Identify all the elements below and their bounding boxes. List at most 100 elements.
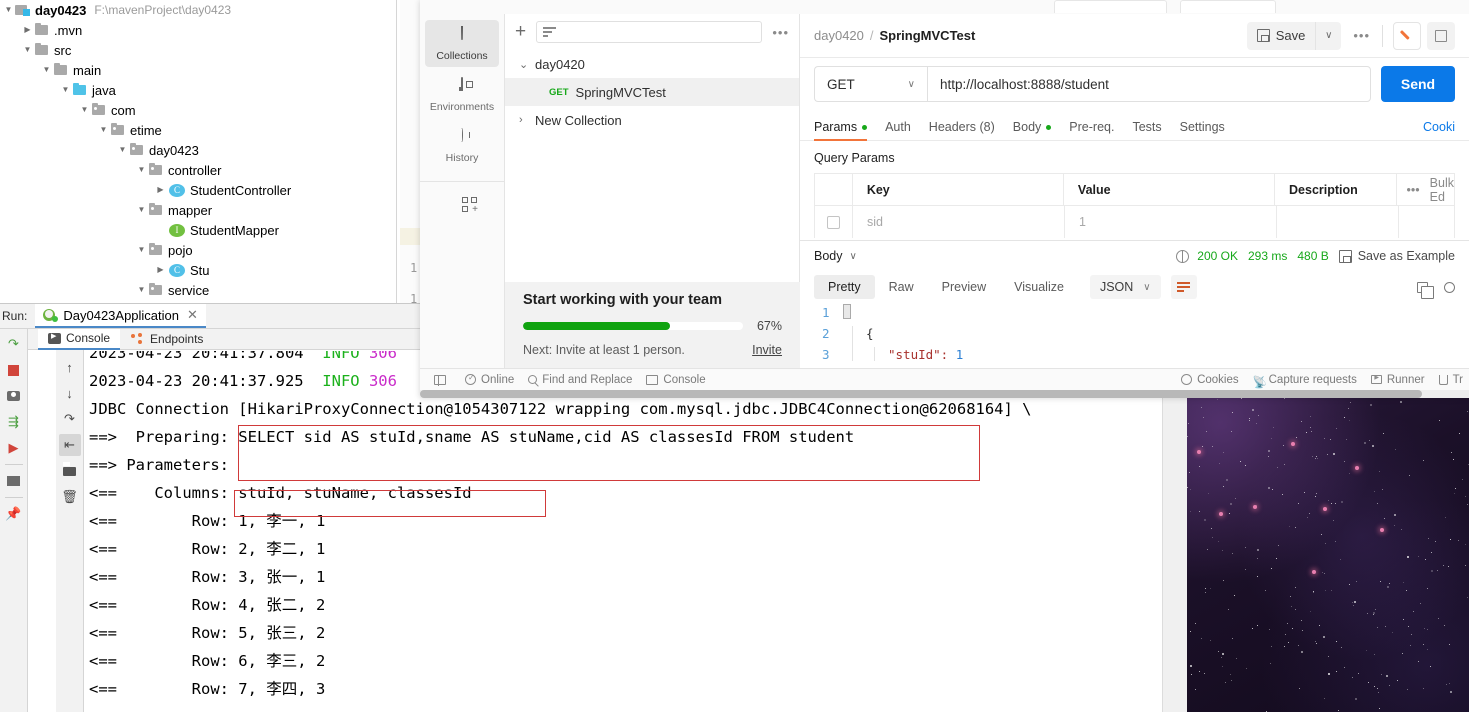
- tree-node-service[interactable]: service: [0, 280, 400, 300]
- send-button[interactable]: Send: [1381, 66, 1455, 102]
- tree-node-pojo[interactable]: pojo: [0, 240, 400, 260]
- chevron-down-icon[interactable]: [21, 40, 34, 60]
- status-console[interactable]: Console: [646, 374, 706, 386]
- tab-body[interactable]: Body: [1013, 120, 1052, 140]
- row-key[interactable]: sid: [853, 206, 1065, 238]
- tab-headers[interactable]: Headers (8): [929, 120, 995, 140]
- row-description[interactable]: [1277, 206, 1399, 238]
- breadcrumb-folder[interactable]: day0420: [814, 28, 864, 43]
- chevron-down-icon[interactable]: [135, 280, 148, 300]
- chevron-down-icon[interactable]: [97, 120, 110, 140]
- rail-item-environments[interactable]: Environments: [425, 71, 499, 118]
- comment-pencil-button[interactable]: [1393, 21, 1421, 50]
- status-sidebar-toggle[interactable]: [434, 374, 451, 386]
- request-row-springmvctest[interactable]: GET SpringMVCTest: [505, 78, 799, 106]
- response-body-code[interactable]: 1[2{3"stuId": 1: [800, 303, 1469, 361]
- status-cookies[interactable]: Cookies: [1181, 374, 1239, 386]
- tab-raw[interactable]: Raw: [875, 275, 928, 299]
- url-input[interactable]: http://localhost:8888/student: [927, 66, 1371, 102]
- save-as-example-button[interactable]: Save as Example: [1338, 249, 1455, 263]
- chevron-right-icon[interactable]: [154, 180, 167, 200]
- tree-node-day0423[interactable]: day0423 F:\mavenProject\day0423: [0, 0, 400, 20]
- tree-node-main[interactable]: main: [0, 60, 400, 80]
- tree-node-day0423[interactable]: day0423: [0, 140, 400, 160]
- project-tree[interactable]: day0423 F:\mavenProject\day0423 .mvn srcmai…: [0, 0, 400, 303]
- chevron-down-icon[interactable]: [59, 80, 72, 100]
- chevron-down-icon[interactable]: [2, 0, 15, 20]
- status-find-replace[interactable]: Find and Replace: [528, 374, 632, 386]
- table-more-button[interactable]: •••: [1407, 183, 1420, 197]
- tab-prerequest[interactable]: Pre-req.: [1069, 120, 1114, 140]
- chevron-down-icon[interactable]: [40, 60, 53, 80]
- postman-rail[interactable]: Collections Environments History +: [420, 14, 505, 382]
- layout-icon[interactable]: [3, 470, 25, 492]
- print-icon[interactable]: [59, 460, 81, 482]
- tree-node-studentmapper[interactable]: I StudentMapper: [0, 220, 400, 240]
- chevron-down-icon[interactable]: [135, 200, 148, 220]
- tab-console[interactable]: Console: [38, 328, 121, 350]
- status-capture-requests[interactable]: 📡 Capture requests: [1253, 374, 1357, 389]
- chevron-right-icon[interactable]: [21, 20, 34, 40]
- postman-tab-stub[interactable]: [1180, 0, 1276, 13]
- tab-preview[interactable]: Preview: [928, 275, 1000, 299]
- tree-node-com[interactable]: com: [0, 100, 400, 120]
- chevron-down-icon[interactable]: [135, 160, 148, 180]
- checkbox[interactable]: [827, 215, 840, 229]
- rerun-icon[interactable]: ↷: [3, 333, 25, 355]
- tab-endpoints[interactable]: Endpoints: [120, 329, 213, 350]
- collection-filter-input[interactable]: [536, 21, 763, 43]
- thread-dump-icon[interactable]: ⇶: [3, 411, 25, 433]
- chevron-right-icon[interactable]: [154, 260, 167, 280]
- rail-item-collections[interactable]: Collections: [425, 20, 499, 67]
- close-icon[interactable]: ✕: [187, 307, 198, 323]
- stop-icon[interactable]: [3, 359, 25, 381]
- table-row[interactable]: sid 1: [815, 206, 1454, 238]
- tab-tests[interactable]: Tests: [1132, 120, 1161, 140]
- request-tabs[interactable]: Params Auth Headers (8) Body Pre-req. Te…: [800, 110, 1469, 141]
- pin-icon[interactable]: 📌: [3, 503, 25, 525]
- tab-pretty[interactable]: Pretty: [814, 275, 875, 299]
- scroll-down-icon[interactable]: ↓: [59, 382, 81, 404]
- run-configuration-tab[interactable]: Day0423Application ✕: [35, 304, 206, 328]
- response-view-tabs[interactable]: Pretty Raw Preview Visualize JSON ∨: [800, 271, 1469, 303]
- collection-row-new-collection[interactable]: › New Collection: [505, 106, 799, 134]
- rail-item-history[interactable]: History: [425, 122, 499, 169]
- add-collection-button[interactable]: +: [515, 21, 526, 43]
- method-select[interactable]: GET ∨: [814, 66, 927, 102]
- documentation-button[interactable]: [1427, 21, 1455, 50]
- postman-tab-stub[interactable]: [1054, 0, 1167, 13]
- bulk-edit-button[interactable]: Bulk Ed: [1430, 176, 1454, 204]
- status-trash[interactable]: Tr: [1438, 374, 1463, 386]
- soft-wrap-icon[interactable]: ↷: [59, 408, 81, 430]
- tree-node-stu[interactable]: C Stu: [0, 260, 400, 280]
- sidebar-more-button[interactable]: •••: [772, 25, 789, 40]
- word-wrap-button[interactable]: [1170, 275, 1197, 299]
- status-online[interactable]: Online: [465, 373, 514, 386]
- chevron-down-icon[interactable]: ∨: [850, 251, 857, 262]
- rail-item-new[interactable]: +: [425, 190, 499, 225]
- console-toolbar[interactable]: ↑ ↓ ↷ ⇤ 🗑: [56, 350, 84, 712]
- tree-node-java[interactable]: java: [0, 80, 400, 100]
- save-dropdown-button[interactable]: ∨: [1315, 21, 1342, 50]
- scroll-to-end-icon[interactable]: ⇤: [58, 434, 81, 456]
- tab-params[interactable]: Params: [814, 120, 868, 141]
- tab-visualize[interactable]: Visualize: [1000, 275, 1078, 299]
- clear-all-icon[interactable]: 🗑: [59, 486, 81, 508]
- row-value[interactable]: 1: [1065, 206, 1277, 238]
- tree-node-studentcontroller[interactable]: C StudentController: [0, 180, 400, 200]
- search-icon[interactable]: [1444, 281, 1455, 293]
- cookies-link[interactable]: Cooki: [1423, 120, 1455, 140]
- response-format-select[interactable]: JSON ∨: [1089, 275, 1161, 299]
- invite-link[interactable]: Invite: [752, 343, 782, 357]
- tab-settings[interactable]: Settings: [1180, 120, 1225, 140]
- tree-node-controller[interactable]: controller: [0, 160, 400, 180]
- status-runner[interactable]: Runner: [1370, 374, 1425, 386]
- tree-node--mvn[interactable]: .mvn: [0, 20, 400, 40]
- resume-icon[interactable]: ▶: [3, 437, 25, 459]
- tree-node-mapper[interactable]: mapper: [0, 200, 400, 220]
- scroll-up-icon[interactable]: ↑: [59, 356, 81, 378]
- tree-node-etime[interactable]: etime: [0, 120, 400, 140]
- chevron-down-icon[interactable]: [135, 240, 148, 260]
- save-button[interactable]: Save: [1246, 21, 1316, 50]
- collection-row-day0420[interactable]: ⌄ day0420: [505, 50, 799, 78]
